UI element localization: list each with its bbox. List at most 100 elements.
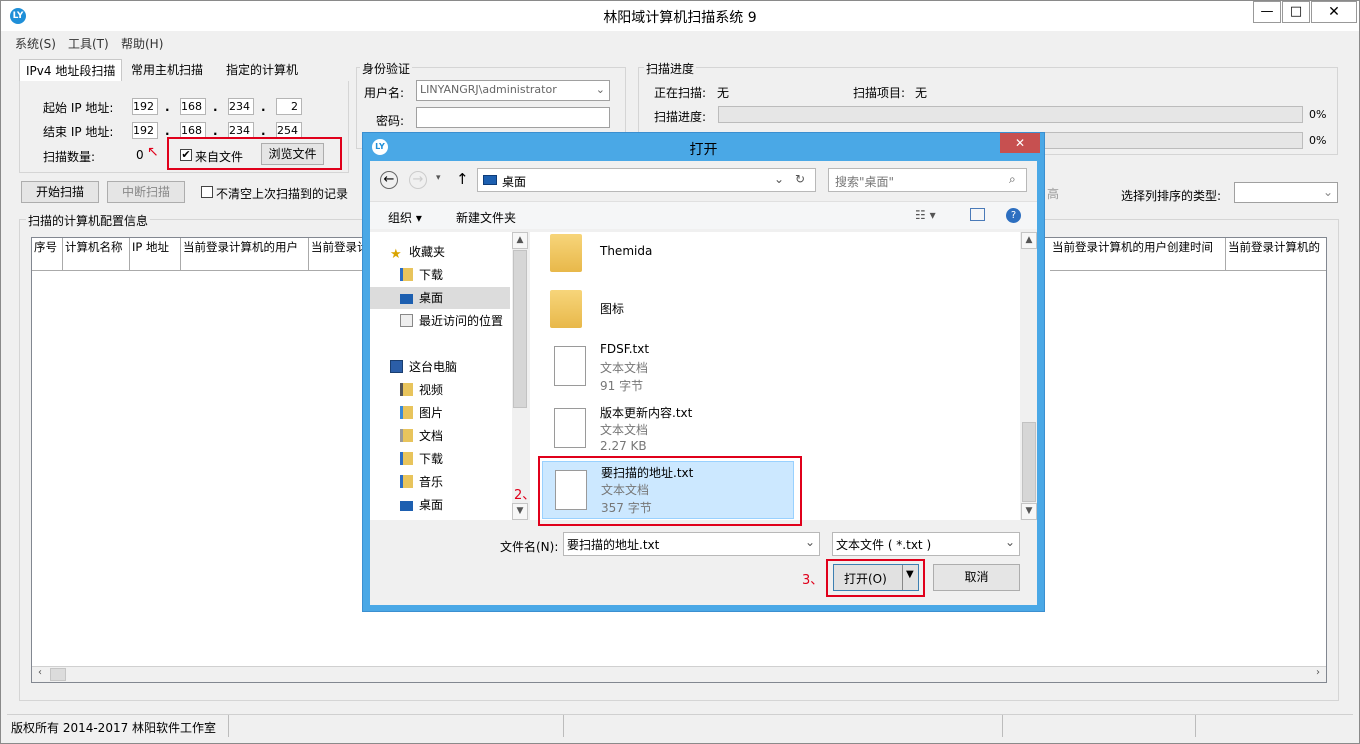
- file-type: 文本文档: [600, 423, 649, 437]
- new-folder-button[interactable]: 新建文件夹: [456, 209, 516, 226]
- window-title: 林阳域计算机扫描系统 9: [603, 10, 757, 26]
- sort-type-select[interactable]: ⌄: [1234, 182, 1338, 203]
- tab-specified-computer[interactable]: 指定的计算机: [220, 59, 304, 81]
- password-field[interactable]: [416, 107, 610, 128]
- up-icon[interactable]: ↑: [456, 170, 469, 188]
- open-button[interactable]: 打开(O) ▼: [833, 564, 919, 591]
- start-ip-octet-2[interactable]: 168: [180, 98, 206, 115]
- file-size: 91 字节: [600, 379, 644, 393]
- address-path: 桌面: [502, 175, 527, 189]
- list-item[interactable]: FDSF.txt 文本文档 91 字节: [530, 338, 790, 398]
- folder-name: 图标: [600, 302, 625, 316]
- annotation-arrow: ↖: [147, 144, 159, 160]
- file-type-select[interactable]: 文本文件 ( *.txt ) ⌄: [832, 532, 1020, 556]
- col-index[interactable]: 序号: [32, 238, 63, 271]
- from-file-label: 来自文件: [195, 150, 244, 164]
- col-ip-address[interactable]: IP 地址: [130, 238, 181, 271]
- refresh-icon[interactable]: ↻: [795, 172, 805, 186]
- sort-type-label: 选择列排序的类型:: [1121, 189, 1222, 203]
- cancel-button[interactable]: 取消: [933, 564, 1020, 591]
- menu-system[interactable]: 系统(S): [15, 35, 56, 52]
- scroll-down-icon[interactable]: ▼: [512, 503, 528, 520]
- scan-progress-percent: 0%: [1309, 108, 1327, 121]
- file-scroll-thumb[interactable]: [1022, 422, 1036, 502]
- col-user-created-time[interactable]: 当前登录计算机的用户创建时间: [1050, 238, 1226, 271]
- scroll-thumb[interactable]: [50, 668, 66, 681]
- folder-icon: [550, 234, 582, 272]
- help-icon[interactable]: ?: [1006, 208, 1021, 223]
- col-logged-partial-right[interactable]: 当前登录计算机的: [1226, 238, 1326, 271]
- file-name: 版本更新内容.txt: [600, 406, 693, 420]
- start-ip-octet-3[interactable]: 234: [228, 98, 254, 115]
- menu-bar: 系统(S) 工具(T) 帮助(H): [1, 31, 1359, 53]
- navigation-pane: ★ 收藏夹 下载 桌面 最近访问的位置 这台电脑 视频 图片 文档 下载 音乐 桌…: [370, 232, 512, 520]
- preview-pane-icon[interactable]: [970, 208, 985, 221]
- horizontal-scrollbar[interactable]: ‹ ›: [32, 666, 1326, 682]
- password-label: 密码:: [376, 114, 405, 128]
- downloads-icon: [400, 268, 413, 281]
- start-ip-octet-1[interactable]: 192: [132, 98, 158, 115]
- documents-icon: [400, 429, 413, 442]
- start-scan-button[interactable]: 开始扫描: [21, 181, 99, 203]
- back-icon[interactable]: ←: [380, 171, 398, 189]
- scroll-left-icon[interactable]: ‹: [32, 667, 48, 682]
- username-select[interactable]: LINYANGRJ\administrator ⌄: [416, 80, 610, 101]
- nav-scroll-thumb[interactable]: [513, 250, 527, 408]
- desktop-icon: [400, 501, 413, 511]
- list-item[interactable]: Themida: [530, 232, 790, 284]
- dialog-close-button[interactable]: ✕: [1000, 133, 1040, 153]
- menu-tools[interactable]: 工具(T): [68, 35, 109, 52]
- end-ip-label: 结束 IP 地址:: [43, 125, 114, 139]
- filename-input[interactable]: 要扫描的地址.txt ⌄: [563, 532, 820, 556]
- progress-title: 扫描进度: [644, 60, 697, 77]
- end-ip-octet-1[interactable]: 192: [132, 122, 158, 139]
- minimize-button[interactable]: —: [1253, 1, 1281, 23]
- tab-common-hosts[interactable]: 常用主机扫描: [125, 59, 209, 81]
- annotation-step-2: 2、: [514, 488, 536, 503]
- chevron-down-icon: ⌄: [595, 83, 605, 96]
- address-bar[interactable]: 桌面 ⌄ ↻: [477, 168, 816, 192]
- scan-count-value: 0: [136, 148, 144, 162]
- col-computer-name[interactable]: 计算机名称: [63, 238, 130, 271]
- list-item[interactable]: 图标: [530, 284, 790, 336]
- title-bar: LY 林阳域计算机扫描系统 9 — □ ✕: [1, 1, 1359, 31]
- hidden-button-fragment[interactable]: 高: [1047, 185, 1059, 202]
- close-button[interactable]: ✕: [1311, 1, 1357, 23]
- nav-scrollbar[interactable]: ▲ ▼: [512, 232, 528, 520]
- maximize-button[interactable]: □: [1282, 1, 1310, 23]
- nav-this-pc[interactable]: 这台电脑: [390, 356, 530, 378]
- organize-button[interactable]: 组织 ▾: [388, 209, 422, 226]
- open-dropdown-icon[interactable]: ▼: [906, 569, 914, 580]
- scanning-label: 正在扫描:: [654, 86, 707, 100]
- start-ip-octet-4[interactable]: 2: [276, 98, 302, 115]
- nav-favorites[interactable]: ★ 收藏夹: [390, 241, 530, 263]
- col-logged-user[interactable]: 当前登录计算机的用户: [181, 238, 309, 271]
- file-scrollbar[interactable]: ▲ ▼: [1021, 232, 1037, 520]
- scroll-up-icon[interactable]: ▲: [1021, 232, 1037, 249]
- scroll-down-icon[interactable]: ▼: [1021, 503, 1037, 520]
- filename-value: 要扫描的地址.txt: [567, 538, 660, 552]
- keep-records-label: 不清空上次扫描到的记录: [216, 187, 349, 201]
- browse-file-button[interactable]: 浏览文件: [261, 143, 324, 165]
- list-item[interactable]: 版本更新内容.txt 文本文档 2.27 KB: [530, 400, 790, 460]
- view-options-icon[interactable]: ☷ ▾: [915, 208, 936, 222]
- search-input[interactable]: 搜索"桌面" ⌕: [828, 168, 1027, 192]
- chevron-down-icon[interactable]: ⌄: [774, 172, 784, 186]
- scroll-right-icon[interactable]: ›: [1310, 667, 1326, 682]
- menu-help[interactable]: 帮助(H): [121, 35, 163, 52]
- scanning-value: 无: [717, 86, 730, 100]
- scroll-up-icon[interactable]: ▲: [512, 232, 528, 249]
- from-file-checkbox[interactable]: ✔: [180, 149, 192, 161]
- scan-count-label: 扫描数量:: [43, 150, 96, 164]
- nav-fav-desktop[interactable]: 桌面: [370, 287, 510, 309]
- search-icon: ⌕: [1009, 172, 1016, 186]
- forward-icon[interactable]: →: [409, 171, 427, 189]
- tab-ipv4[interactable]: IPv4 地址段扫描: [19, 59, 123, 81]
- desktop-icon: [483, 175, 497, 185]
- stop-scan-button[interactable]: 中断扫描: [107, 181, 185, 203]
- pictures-icon: [400, 406, 413, 419]
- keep-records-checkbox[interactable]: [201, 186, 213, 198]
- recent-dropdown-icon[interactable]: ▾: [436, 173, 441, 183]
- col-logged-partial[interactable]: 当前登录计: [309, 238, 369, 271]
- chevron-down-icon[interactable]: ⌄: [805, 535, 815, 549]
